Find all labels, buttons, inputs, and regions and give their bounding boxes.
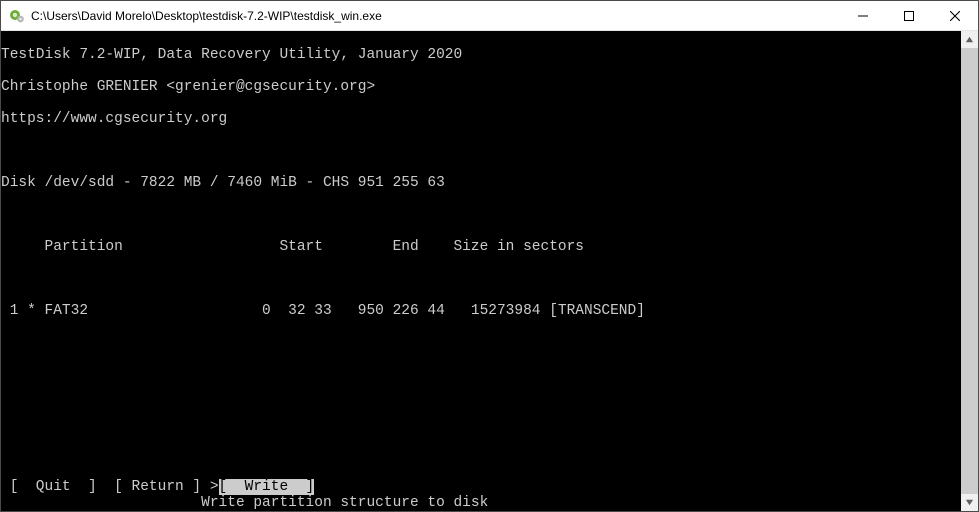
console-output: TestDisk 7.2-WIP, Data Recovery Utility,…: [1, 31, 961, 511]
quit-option[interactable]: [ Quit ] [ Return ]: [1, 479, 210, 495]
blank-line: [1, 143, 961, 159]
write-option-selected[interactable]: [ Write ]: [219, 479, 315, 495]
vertical-scrollbar[interactable]: [961, 31, 978, 511]
scroll-up-button[interactable]: [961, 31, 978, 48]
blank-line: [1, 207, 961, 223]
header-line-3: https://www.cgsecurity.org: [1, 111, 961, 127]
header-line-2: Christophe GRENIER <grenier@cgsecurity.o…: [1, 79, 961, 95]
blank-line: [1, 271, 961, 287]
maximize-button[interactable]: [886, 1, 932, 30]
help-line: Write partition structure to disk: [1, 495, 488, 511]
selection-marker: >: [210, 479, 219, 495]
header-line-1: TestDisk 7.2-WIP, Data Recovery Utility,…: [1, 47, 961, 63]
window-controls: [840, 1, 978, 30]
partition-row: 1 * FAT32 0 32 33 950 226 44 15273984 [T…: [1, 303, 961, 319]
app-icon: [9, 8, 25, 24]
window-titlebar: C:\Users\David Morelo\Desktop\testdisk-7…: [1, 1, 978, 31]
client-area: TestDisk 7.2-WIP, Data Recovery Utility,…: [1, 31, 978, 511]
scroll-thumb[interactable]: [961, 48, 978, 494]
partition-table-header: Partition Start End Size in sectors: [1, 239, 961, 255]
menu-row: [ Quit ] [ Return ] >[ Write ]: [1, 479, 314, 495]
close-button[interactable]: [932, 1, 978, 30]
minimize-button[interactable]: [840, 1, 886, 30]
scroll-down-button[interactable]: [961, 494, 978, 511]
window-title: C:\Users\David Morelo\Desktop\testdisk-7…: [31, 9, 840, 23]
disk-info-line: Disk /dev/sdd - 7822 MB / 7460 MiB - CHS…: [1, 175, 961, 191]
